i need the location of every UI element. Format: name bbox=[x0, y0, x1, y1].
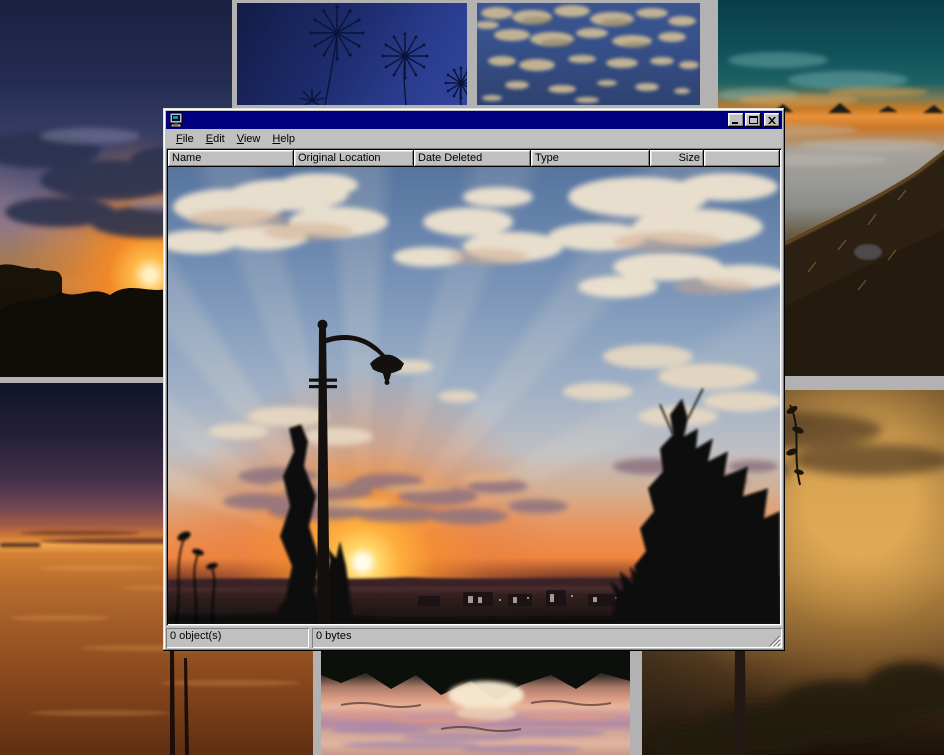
client-area-sunset-photo[interactable] bbox=[168, 167, 780, 624]
resize-grip[interactable] bbox=[768, 634, 781, 647]
column-header-blank[interactable] bbox=[704, 150, 780, 167]
column-headers: Name Original Location Date Deleted Type… bbox=[168, 150, 780, 167]
status-bar: 0 object(s) 0 bytes bbox=[166, 628, 782, 648]
column-header-original-location[interactable]: Original Location bbox=[294, 150, 414, 167]
menu-file[interactable]: File bbox=[170, 131, 200, 147]
maximize-button[interactable] bbox=[745, 113, 761, 127]
wallpaper-tile-water-reflections bbox=[321, 645, 630, 755]
column-header-date-deleted[interactable]: Date Deleted bbox=[414, 150, 531, 167]
column-header-type[interactable]: Type bbox=[531, 150, 650, 167]
menu-bar: File Edit View Help bbox=[166, 129, 782, 148]
titlebar[interactable] bbox=[166, 111, 782, 129]
column-header-name[interactable]: Name bbox=[168, 150, 294, 167]
menu-view[interactable]: View bbox=[231, 131, 267, 147]
status-total-size: 0 bytes bbox=[312, 628, 782, 648]
status-object-count: 0 object(s) bbox=[166, 628, 309, 648]
column-header-size[interactable]: Size bbox=[650, 150, 704, 167]
minimize-icon bbox=[732, 117, 740, 124]
close-icon bbox=[768, 117, 776, 124]
maximize-icon bbox=[749, 116, 758, 124]
list-view[interactable]: Name Original Location Date Deleted Type… bbox=[166, 148, 782, 626]
wallpaper-tile-cloud-flecks bbox=[477, 3, 700, 105]
status-total-size-text: 0 bytes bbox=[316, 630, 351, 642]
desktop: File Edit View Help Name Original Locati… bbox=[0, 0, 944, 755]
menu-edit[interactable]: Edit bbox=[200, 131, 231, 147]
computer-icon[interactable] bbox=[168, 112, 184, 128]
minimize-button[interactable] bbox=[728, 113, 744, 127]
close-button[interactable] bbox=[764, 113, 780, 127]
menu-help[interactable]: Help bbox=[266, 131, 301, 147]
wallpaper-tile-seed-heads bbox=[237, 3, 467, 105]
recycle-bin-window: File Edit View Help Name Original Locati… bbox=[163, 108, 785, 651]
